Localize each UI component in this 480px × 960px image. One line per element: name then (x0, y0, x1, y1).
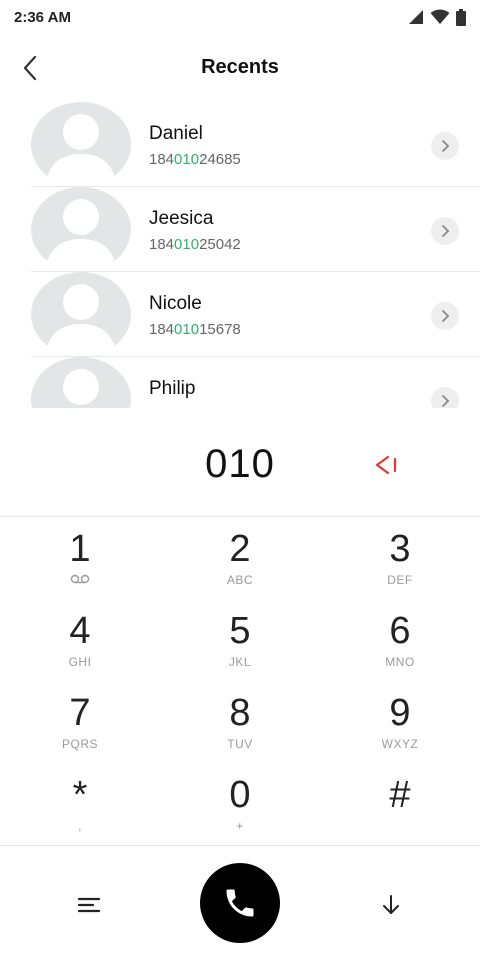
backspace-button[interactable] (370, 448, 404, 482)
key-digit: 9 (389, 692, 411, 734)
contact-number: 18401015678 (149, 321, 241, 338)
chevron-right-icon (442, 140, 450, 152)
contact-details-button[interactable] (431, 387, 459, 408)
bottom-bar (0, 845, 480, 960)
person-placeholder-icon (45, 199, 117, 272)
contact-name: Jeesica (149, 208, 214, 229)
key-1[interactable]: 1 (0, 517, 160, 599)
key-5[interactable]: 5 JKL (160, 599, 320, 681)
key-7[interactable]: 7 PQRS (0, 681, 160, 763)
key-digit: # (389, 774, 411, 816)
key-digit: * (72, 774, 88, 816)
avatar (31, 102, 131, 187)
wifi-icon (430, 9, 450, 24)
key-letters: + (236, 819, 244, 833)
app-bar: Recents (0, 40, 480, 96)
contact-name: Nicole (149, 293, 202, 314)
contact-details-button[interactable] (431, 217, 459, 245)
key-letters: ABC (226, 573, 254, 587)
key-2[interactable]: 2 ABC (160, 517, 320, 599)
contact-number: 18401024685 (149, 151, 241, 168)
key-hash[interactable]: # (320, 763, 480, 845)
backspace-icon (375, 455, 397, 475)
key-digit: 8 (229, 692, 251, 734)
contact-details-button[interactable] (431, 132, 459, 160)
phone-call-icon (226, 889, 254, 917)
key-3[interactable]: 3 DEF (320, 517, 480, 599)
contact-row-daniel[interactable]: Daniel 18401024685 (0, 102, 480, 187)
page-title: Recents (201, 56, 279, 78)
recents-list[interactable]: Daniel 18401024685 Jeesica 18401025042 N… (0, 102, 480, 408)
call-button[interactable] (200, 863, 280, 943)
contact-row-jeesica[interactable]: Jeesica 18401025042 (0, 187, 480, 272)
key-9[interactable]: 9 WXYZ (320, 681, 480, 763)
key-digit: 1 (69, 528, 91, 570)
key-digit: 6 (389, 610, 411, 652)
key-0[interactable]: 0 + (160, 763, 320, 845)
key-letters: JKL (228, 655, 252, 669)
status-bar: 2:36 AM (0, 0, 480, 34)
key-letters: TUV (227, 737, 253, 751)
avatar (31, 272, 131, 357)
contact-row-philip[interactable]: Philip (0, 357, 480, 408)
key-digit: 3 (389, 528, 411, 570)
key-letters: , (78, 819, 82, 833)
signal-icon (409, 10, 423, 24)
status-time: 2:36 AM (14, 8, 71, 26)
person-placeholder-icon (63, 369, 99, 405)
avatar (31, 357, 131, 408)
arrow-down-icon (383, 895, 399, 914)
key-letters: PQRS (61, 737, 98, 751)
key-digit: 5 (229, 610, 251, 652)
chevron-right-icon (442, 225, 450, 237)
key-letters: DEF (387, 573, 413, 587)
person-placeholder-icon (45, 114, 117, 187)
key-letters: GHI (68, 655, 92, 669)
key-digit: 4 (69, 610, 91, 652)
menu-icon (77, 897, 101, 913)
contact-details-button[interactable] (431, 302, 459, 330)
key-star[interactable]: * , (0, 763, 160, 845)
chevron-right-icon (442, 310, 450, 322)
dialed-number: 010 (205, 442, 275, 486)
key-digit: 0 (229, 774, 251, 816)
person-placeholder-icon (45, 284, 117, 357)
key-letters: MNO (385, 655, 415, 669)
chevron-right-icon (442, 395, 450, 407)
key-digit: 7 (69, 692, 91, 734)
menu-button[interactable] (72, 888, 106, 922)
key-6[interactable]: 6 MNO (320, 599, 480, 681)
contact-row-nicole[interactable]: Nicole 18401015678 (0, 272, 480, 357)
battery-icon (456, 8, 466, 26)
key-letters: WXYZ (381, 737, 419, 751)
key-8[interactable]: 8 TUV (160, 681, 320, 763)
status-icons (408, 8, 466, 26)
avatar (31, 187, 131, 272)
key-digit: 2 (229, 528, 251, 570)
contact-name: Philip (149, 378, 196, 399)
collapse-keypad-button[interactable] (374, 888, 408, 922)
dial-display: 010 (0, 408, 480, 516)
contact-name: Daniel (149, 123, 203, 144)
keypad: 1 2 ABC 3 DEF 4 GHI 5 JKL 6 MNO 7 PQRS 8… (0, 516, 480, 845)
contact-number: 18401025042 (149, 236, 241, 253)
voicemail-icon (70, 573, 90, 589)
key-4[interactable]: 4 GHI (0, 599, 160, 681)
